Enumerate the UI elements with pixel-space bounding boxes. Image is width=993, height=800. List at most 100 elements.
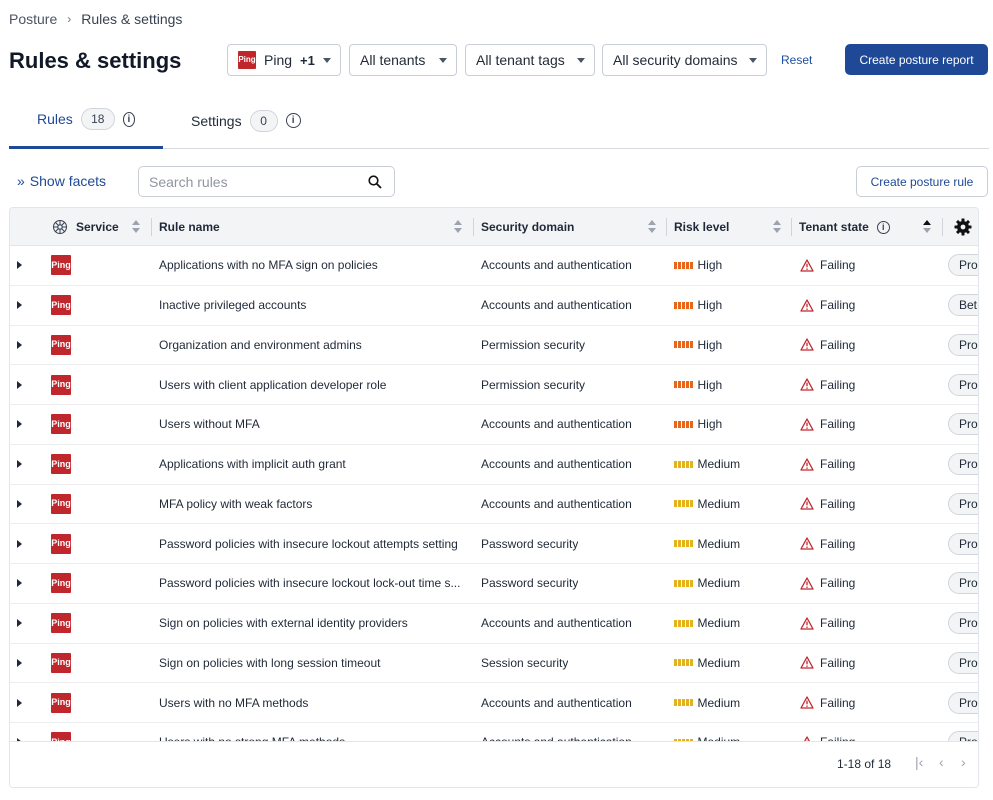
expand-row-button[interactable] bbox=[17, 524, 22, 563]
rule-name-cell[interactable]: Users with client application developer … bbox=[159, 365, 464, 404]
rule-name-cell[interactable]: Password policies with insecure lockout … bbox=[159, 564, 464, 603]
expand-row-button[interactable] bbox=[17, 286, 22, 325]
warning-triangle-icon bbox=[800, 616, 814, 630]
service-filter-label: Ping bbox=[264, 52, 293, 68]
rule-name-cell[interactable]: Applications with implicit auth grant bbox=[159, 445, 464, 484]
table-row[interactable]: Ping Users with no MFA methods Accounts an… bbox=[10, 683, 978, 723]
table-row[interactable]: Ping Users with client application develo… bbox=[10, 365, 978, 405]
service-filter-extra-count: +1 bbox=[300, 52, 315, 68]
tenant-state: Failing bbox=[820, 337, 856, 352]
ping-logo-icon: Ping bbox=[51, 295, 71, 316]
show-facets-label: Show facets bbox=[29, 173, 107, 189]
expand-row-button[interactable] bbox=[17, 644, 22, 683]
table-row[interactable]: Ping Users without MFA Accounts and authen… bbox=[10, 405, 978, 445]
create-posture-rule-button[interactable]: Create posture rule bbox=[856, 166, 988, 197]
column-header-security-domain[interactable]: Security domain bbox=[481, 208, 574, 246]
sort-icon[interactable] bbox=[454, 220, 462, 234]
tab-rules[interactable]: Rules 18 i bbox=[9, 92, 163, 149]
expand-row-button[interactable] bbox=[17, 564, 22, 603]
security-domain-cell: Accounts and authentication bbox=[481, 286, 632, 325]
create-posture-report-button[interactable]: Create posture report bbox=[845, 44, 988, 75]
table-row[interactable]: Ping Sign on policies with long session t… bbox=[10, 644, 978, 684]
column-header-security-domain-label: Security domain bbox=[481, 220, 575, 234]
risk-level-bars-icon bbox=[674, 500, 693, 508]
expand-row-button[interactable] bbox=[17, 604, 22, 643]
caret-right-icon bbox=[17, 380, 22, 389]
first-page-icon[interactable]: |‹ bbox=[915, 754, 923, 770]
expand-row-button[interactable] bbox=[17, 683, 22, 722]
reset-filters-link[interactable]: Reset bbox=[781, 53, 812, 67]
sort-ascending-icon[interactable] bbox=[923, 220, 931, 234]
info-icon[interactable]: i bbox=[285, 113, 301, 128]
tenants-filter-dropdown[interactable]: All tenants bbox=[349, 44, 457, 76]
tenant-state-cell: Failing bbox=[800, 644, 855, 683]
table-row[interactable]: Ping MFA policy with weak factors Accounts… bbox=[10, 485, 978, 525]
security-domains-filter-dropdown[interactable]: All security domains bbox=[602, 44, 767, 76]
info-icon[interactable]: i bbox=[876, 220, 890, 234]
column-header-rule-name[interactable]: Rule name bbox=[159, 208, 220, 246]
tenant-tags-filter-dropdown[interactable]: All tenant tags bbox=[465, 44, 595, 76]
risk-level-cell: Medium bbox=[674, 683, 740, 722]
tenant-state: Failing bbox=[820, 576, 856, 591]
risk-level-cell: Medium bbox=[674, 604, 740, 643]
column-header-service-label: Service bbox=[76, 220, 119, 234]
search-input[interactable] bbox=[149, 173, 359, 190]
sort-icon[interactable] bbox=[132, 220, 140, 234]
column-header-service[interactable]: Service bbox=[52, 208, 119, 246]
tenant-state: Failing bbox=[820, 496, 856, 511]
tab-settings[interactable]: Settings 0 i bbox=[163, 92, 329, 149]
rule-name-cell[interactable]: Inactive privileged accounts bbox=[159, 286, 464, 325]
security-domain-cell: Password security bbox=[481, 564, 578, 603]
rule-name-cell[interactable]: Users without MFA bbox=[159, 405, 464, 444]
table-row[interactable]: Ping Inactive privileged accounts Accounts… bbox=[10, 286, 978, 326]
ping-logo-icon: Ping bbox=[51, 613, 71, 634]
next-page-icon[interactable]: › bbox=[961, 754, 966, 770]
ping-logo-icon: Ping bbox=[51, 573, 71, 594]
service-filter-dropdown[interactable]: Ping Ping +1 bbox=[227, 44, 341, 76]
breadcrumb-separator: › bbox=[67, 12, 72, 26]
service-cell: Ping bbox=[51, 405, 71, 444]
rule-name-cell[interactable]: Password policies with insecure lockout … bbox=[159, 524, 464, 563]
expand-row-button[interactable] bbox=[17, 405, 22, 444]
expand-row-button[interactable] bbox=[17, 365, 22, 404]
sort-icon[interactable] bbox=[648, 220, 656, 234]
expand-row-button[interactable] bbox=[17, 723, 22, 743]
expand-row-button[interactable] bbox=[17, 445, 22, 484]
service-cell: Ping bbox=[51, 604, 71, 643]
status-badge: Pro bbox=[948, 254, 978, 277]
rule-name: Sign on policies with long session timeo… bbox=[159, 655, 381, 670]
column-header-risk-level[interactable]: Risk level bbox=[674, 208, 729, 246]
expand-row-button[interactable] bbox=[17, 485, 22, 524]
column-header-tenant-state[interactable]: Tenant state i bbox=[799, 208, 890, 246]
table-row[interactable]: Ping Applications with no MFA sign on pol… bbox=[10, 246, 978, 286]
table-row[interactable]: Ping Password policies with insecure lock… bbox=[10, 564, 978, 604]
rule-name-cell[interactable]: Organization and environment admins bbox=[159, 326, 464, 365]
column-settings-button[interactable] bbox=[954, 208, 972, 246]
table-row[interactable]: Ping Organization and environment admins P… bbox=[10, 326, 978, 366]
expand-row-button[interactable] bbox=[17, 246, 22, 285]
table-row[interactable]: Ping Users with no strong MFA methods Acco… bbox=[10, 723, 978, 743]
risk-level-cell: Medium bbox=[674, 723, 740, 743]
rule-name-cell[interactable]: MFA policy with weak factors bbox=[159, 485, 464, 524]
table-row[interactable]: Ping Applications with implicit auth gran… bbox=[10, 445, 978, 485]
tenant-state-cell: Failing bbox=[800, 485, 855, 524]
table-row[interactable]: Ping Password policies with insecure lock… bbox=[10, 524, 978, 564]
rule-name-cell[interactable]: Sign on policies with external identity … bbox=[159, 604, 464, 643]
breadcrumb-posture-link[interactable]: Posture bbox=[9, 11, 57, 27]
search-icon[interactable] bbox=[368, 175, 382, 189]
rule-name-cell[interactable]: Users with no MFA methods bbox=[159, 683, 464, 722]
previous-page-icon[interactable]: ‹ bbox=[939, 754, 944, 770]
risk-level: High bbox=[697, 377, 723, 392]
risk-level-bars-icon bbox=[674, 381, 693, 389]
expand-row-button[interactable] bbox=[17, 326, 22, 365]
show-facets-button[interactable]: » Show facets bbox=[17, 173, 106, 189]
search-field[interactable] bbox=[138, 166, 395, 197]
rule-name-cell[interactable]: Applications with no MFA sign on policie… bbox=[159, 246, 464, 285]
ping-logo-icon: Ping bbox=[238, 51, 256, 69]
rule-name-cell[interactable]: Sign on policies with long session timeo… bbox=[159, 644, 464, 683]
extra-column-cell: Pro bbox=[948, 723, 978, 743]
table-row[interactable]: Ping Sign on policies with external ident… bbox=[10, 604, 978, 644]
info-icon[interactable]: i bbox=[122, 111, 135, 127]
rule-name-cell[interactable]: Users with no strong MFA methods bbox=[159, 723, 464, 743]
sort-icon[interactable] bbox=[773, 220, 781, 234]
